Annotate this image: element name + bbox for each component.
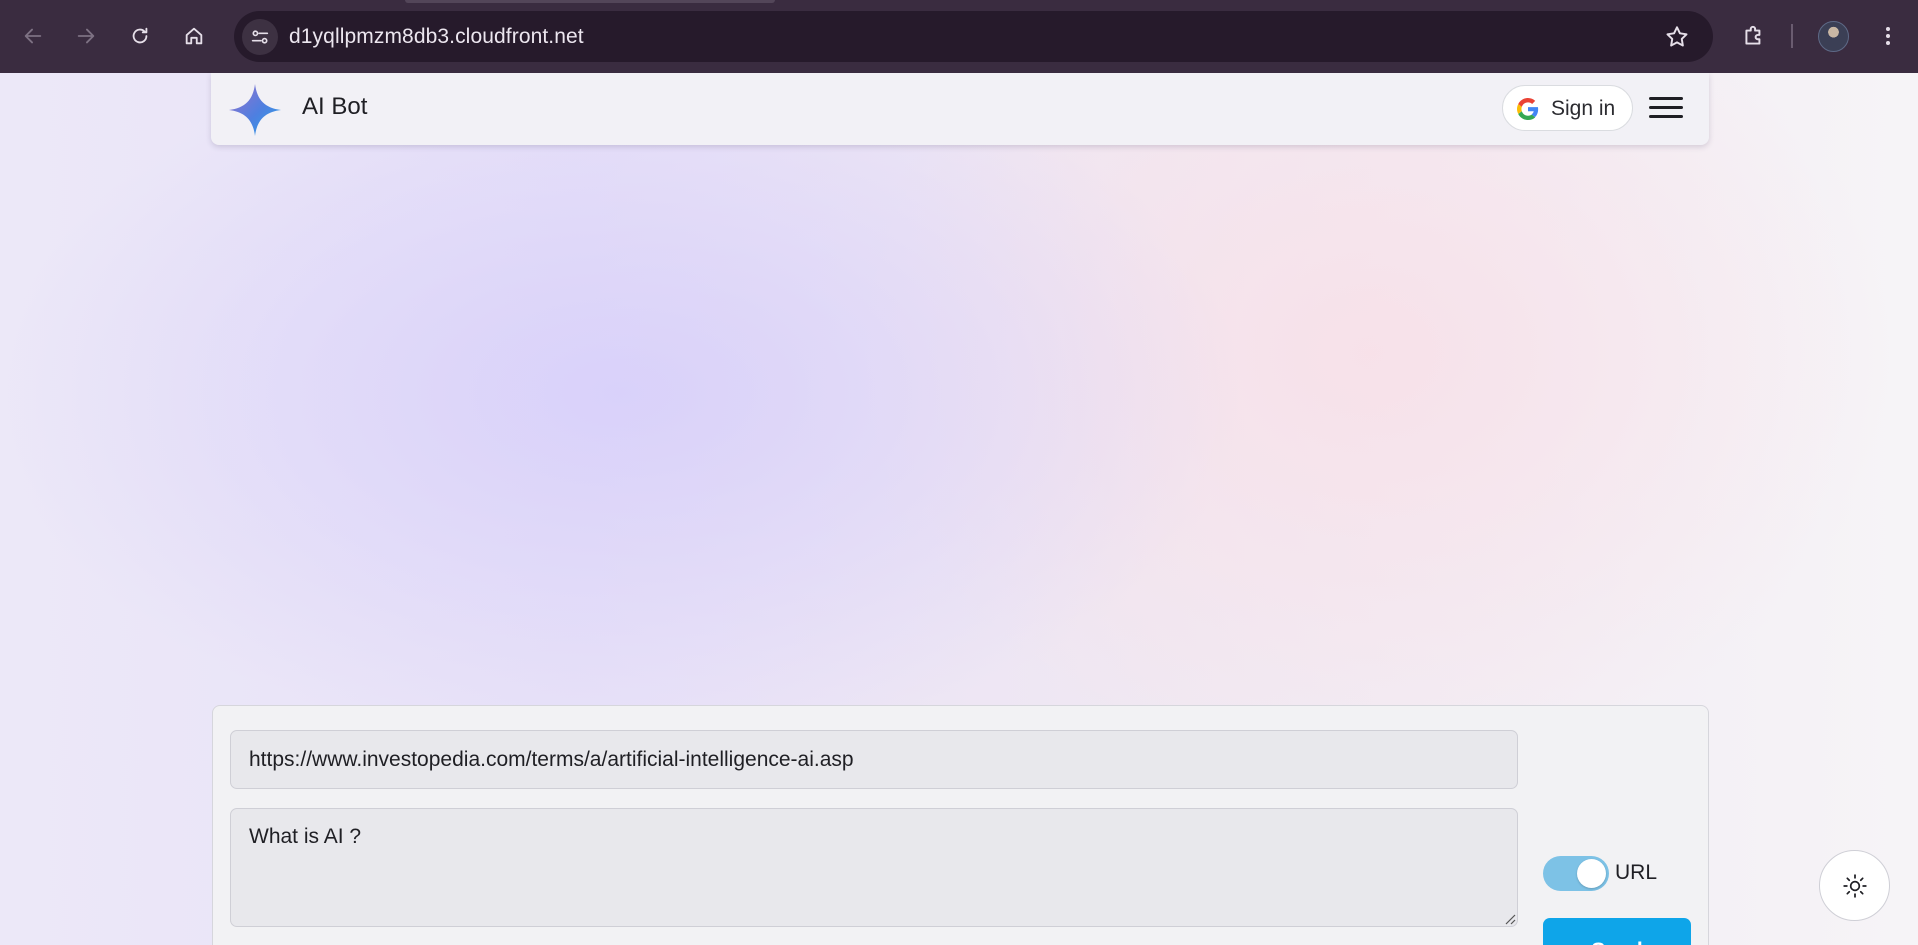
- url-input[interactable]: [230, 730, 1518, 789]
- browser-toolbar: d1yqllpmzm8db3.cloudfront.net: [0, 0, 1918, 73]
- arrow-right-icon: [77, 28, 95, 44]
- arrow-left-icon: [24, 28, 42, 44]
- url-toggle-label: URL: [1615, 861, 1658, 884]
- reload-icon: [132, 27, 148, 44]
- site-info-button[interactable]: [242, 19, 278, 55]
- tune-icon: [251, 30, 269, 44]
- star-icon: [1666, 26, 1688, 47]
- address-text[interactable]: d1yqllpmzm8db3.cloudfront.net: [289, 25, 584, 49]
- browser-menu-button[interactable]: [1870, 18, 1906, 54]
- url-mode-toggle[interactable]: [1543, 856, 1609, 891]
- profile-avatar[interactable]: [1818, 21, 1849, 52]
- home-icon: [185, 27, 203, 45]
- hamburger-line: [1649, 115, 1683, 118]
- sun-icon: [1842, 873, 1867, 898]
- hamburger-line: [1649, 97, 1683, 100]
- toggle-knob: [1577, 859, 1606, 888]
- address-bar[interactable]: d1yqllpmzm8db3.cloudfront.net: [234, 11, 1713, 62]
- toolbar-divider: [1791, 24, 1793, 48]
- sign-in-label: Sign in: [1551, 97, 1616, 120]
- theme-toggle-button[interactable]: [1819, 850, 1890, 921]
- back-button[interactable]: [15, 18, 51, 54]
- app-title: AI Bot: [302, 93, 368, 120]
- hamburger-menu-button[interactable]: [1649, 95, 1683, 121]
- google-sign-in-button[interactable]: Sign in: [1502, 85, 1633, 131]
- google-icon: [1517, 98, 1539, 120]
- kebab-icon: [1886, 27, 1890, 45]
- sparkle-logo-icon: [229, 84, 281, 136]
- reload-button[interactable]: [122, 18, 158, 54]
- app-header: AI Bot Sign in: [211, 73, 1709, 145]
- hamburger-line: [1649, 106, 1683, 109]
- chat-input-panel: What is AI ? URL Send: [212, 705, 1709, 945]
- home-button[interactable]: [176, 18, 212, 54]
- forward-button[interactable]: [68, 18, 104, 54]
- resize-handle-icon[interactable]: [1504, 913, 1516, 925]
- bookmark-button[interactable]: [1663, 23, 1691, 51]
- active-tab-indicator: [405, 0, 775, 3]
- extensions-button[interactable]: [1736, 18, 1772, 54]
- send-button[interactable]: Send: [1543, 918, 1691, 945]
- puzzle-icon: [1745, 25, 1761, 45]
- page-background: AI Bot Sign in What is AI ? URL Se: [0, 73, 1918, 945]
- question-textarea[interactable]: What is AI ?: [230, 808, 1518, 927]
